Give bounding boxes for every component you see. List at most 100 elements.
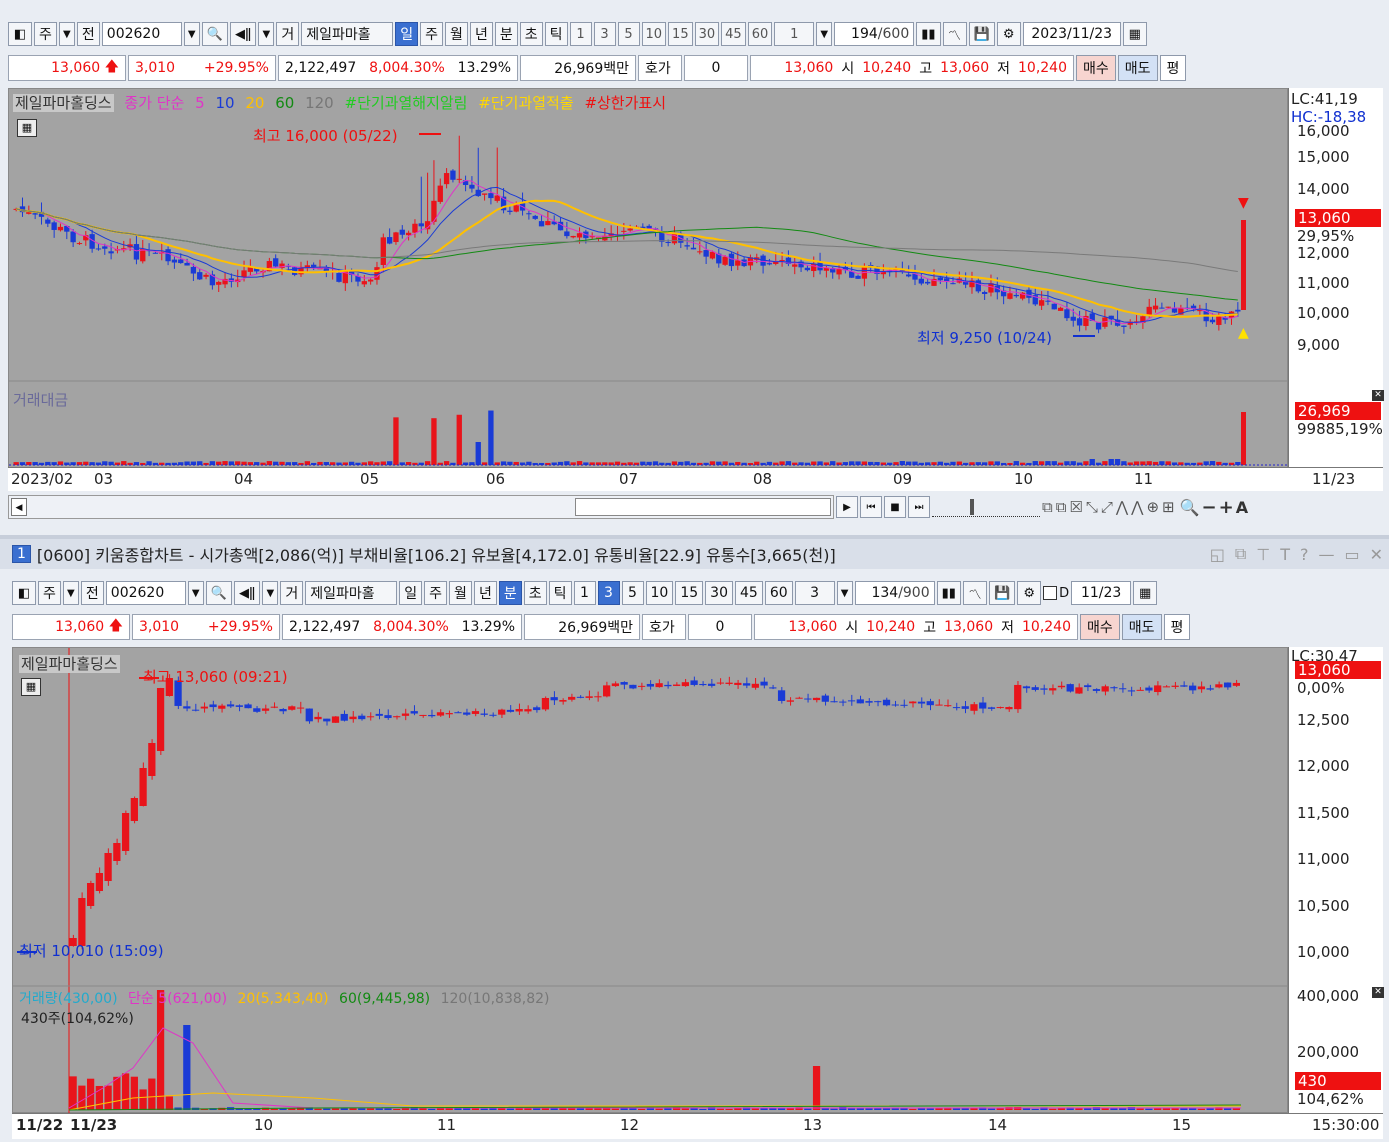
rewind-icon[interactable]: ⏮ xyxy=(860,496,882,518)
minute-candle-chart[interactable]: 제일파마홀딩스 ▦ 최고 13,060 (09:21) 최저 10,010 (1… xyxy=(12,647,1289,1114)
flat-button[interactable]: 평 xyxy=(1159,55,1187,81)
maximize-icon[interactable]: ▭ xyxy=(1344,545,1359,564)
window-titlebar[interactable]: 1 [0600] 키움종합차트 - 시가총액[2,086(억)] 부채비율[10… xyxy=(0,535,1389,569)
code-dropdown-icon[interactable]: ▼ xyxy=(183,22,200,46)
interval-45-button[interactable]: 45 xyxy=(734,581,763,605)
buy-button[interactable]: 매수 xyxy=(1076,55,1116,81)
ju-button[interactable]: 주 xyxy=(38,581,61,605)
scroll-thumb[interactable] xyxy=(575,498,831,516)
count-input[interactable]: 194/600 xyxy=(834,22,915,46)
period-week-button[interactable]: 주 xyxy=(424,581,448,605)
daily-candle-chart[interactable]: ▼ ▲ 제일파마홀딩스 종가 단순 5 10 20 60 120 #단기과열해지알… xyxy=(8,88,1289,468)
jeon-button[interactable]: 전 xyxy=(80,581,104,605)
period-week-button[interactable]: 주 xyxy=(420,22,444,46)
search-icon[interactable]: 🔍 xyxy=(201,22,228,46)
candle-type-icon[interactable]: ▮▮ xyxy=(916,22,941,46)
close-icon[interactable]: ✕ xyxy=(1372,987,1384,998)
play-icon[interactable]: ▶ xyxy=(836,496,858,518)
minimize-icon[interactable]: — xyxy=(1318,545,1334,564)
calendar-icon[interactable]: ▦ xyxy=(1133,581,1158,605)
stop-icon[interactable]: ■ xyxy=(884,496,906,518)
text-icon[interactable]: T xyxy=(1280,545,1290,564)
date-input[interactable]: 11/23 xyxy=(1071,581,1132,605)
interval-5-button[interactable]: 5 xyxy=(621,581,644,605)
candle-type-icon[interactable]: ▮▮ xyxy=(936,581,961,605)
save-icon[interactable]: 💾 xyxy=(988,581,1016,605)
unit-select[interactable]: 3 xyxy=(794,581,835,605)
d-checkbox[interactable] xyxy=(1043,586,1058,600)
stock-code-input[interactable]: 002620 xyxy=(101,22,182,46)
zoom-in-icon[interactable]: + xyxy=(1219,497,1234,518)
interval-30-button[interactable]: 30 xyxy=(694,22,720,46)
period-year-button[interactable]: 년 xyxy=(473,581,497,605)
geo-button[interactable]: 거 xyxy=(280,581,304,605)
layout-icon[interactable]: ◧ xyxy=(8,22,32,46)
close-icon[interactable]: ✕ xyxy=(1372,390,1384,401)
line-tool-icon[interactable]: 〽 xyxy=(962,581,987,605)
period-year-button[interactable]: 년 xyxy=(469,22,493,46)
interval-1-button[interactable]: 1 xyxy=(569,22,592,46)
horizontal-scrollbar[interactable]: ◀ xyxy=(8,495,834,519)
period-tick-button[interactable]: 틱 xyxy=(544,22,568,46)
stock-code-input[interactable]: 002620 xyxy=(105,581,186,605)
period-minute-button[interactable]: 분 xyxy=(498,581,522,605)
layout-icon[interactable]: ◧ xyxy=(12,581,36,605)
unit-select[interactable]: 1 xyxy=(774,22,815,46)
chevron-down-icon[interactable]: ▼ xyxy=(58,22,75,46)
code-dropdown-icon[interactable]: ▼ xyxy=(187,581,204,605)
pin-icon[interactable]: ⊤ xyxy=(1256,545,1270,564)
fast-forward-icon[interactable]: ⏭ xyxy=(908,496,930,518)
chevron-down-icon[interactable]: ▼ xyxy=(62,581,79,605)
interval-10-button[interactable]: 10 xyxy=(641,22,667,46)
zoom-slider[interactable] xyxy=(932,497,1040,517)
drawing-tools-icon[interactable]: ⧉⧉☒⤡⤢⋀⋀⊕⊞ xyxy=(1042,498,1178,516)
period-month-button[interactable]: 월 xyxy=(449,581,472,605)
close-window-icon[interactable]: ✕ xyxy=(1370,545,1383,564)
sell-button[interactable]: 매도 xyxy=(1121,614,1162,640)
unit-dropdown-icon[interactable]: ▼ xyxy=(836,581,853,605)
interval-60-button[interactable]: 60 xyxy=(764,581,793,605)
gear-icon[interactable]: ⚙ xyxy=(996,22,1021,46)
period-day-button[interactable]: 일 xyxy=(395,22,419,46)
interval-15-button[interactable]: 15 xyxy=(668,22,693,46)
period-tick-button[interactable]: 틱 xyxy=(548,581,572,605)
gear-icon[interactable]: ⚙ xyxy=(1017,581,1042,605)
unit-dropdown-icon[interactable]: ▼ xyxy=(816,22,833,46)
period-minute-button[interactable]: 분 xyxy=(494,22,518,46)
search-icon[interactable]: 🔍 xyxy=(205,581,232,605)
line-tool-icon[interactable]: 〽 xyxy=(942,22,967,46)
zoom-search-icon[interactable]: 🔍 xyxy=(1180,498,1200,517)
sell-button[interactable]: 매도 xyxy=(1117,55,1158,81)
stock-name-field[interactable]: 제일파마홀 xyxy=(301,22,394,46)
speaker-icon[interactable]: ◀ǁ xyxy=(229,22,257,46)
help-icon[interactable]: ? xyxy=(1300,545,1309,564)
interval-3-button[interactable]: 3 xyxy=(593,22,616,46)
count-input[interactable]: 134/900 xyxy=(854,581,935,605)
font-size-icon[interactable]: A xyxy=(1236,498,1248,517)
speaker-dropdown-icon[interactable]: ▼ xyxy=(258,22,275,46)
stock-name-field[interactable]: 제일파마홀 xyxy=(305,581,398,605)
interval-1-button[interactable]: 1 xyxy=(573,581,596,605)
period-day-button[interactable]: 일 xyxy=(399,581,423,605)
period-second-button[interactable]: 초 xyxy=(523,581,547,605)
restore-icon[interactable]: ◱ xyxy=(1210,545,1225,564)
interval-30-button[interactable]: 30 xyxy=(705,581,733,605)
interval-15-button[interactable]: 15 xyxy=(675,581,704,605)
period-month-button[interactable]: 월 xyxy=(445,22,468,46)
geo-button[interactable]: 거 xyxy=(276,22,300,46)
copy-window-icon[interactable]: ⧉ xyxy=(1235,544,1246,564)
date-input[interactable]: 2023/11/23 xyxy=(1022,22,1121,46)
period-second-button[interactable]: 초 xyxy=(519,22,543,46)
interval-60-button[interactable]: 60 xyxy=(747,22,773,46)
table-icon[interactable]: ▦ xyxy=(21,678,41,696)
speaker-icon[interactable]: ◀ǁ xyxy=(233,581,261,605)
ju-button[interactable]: 주 xyxy=(34,22,57,46)
interval-10-button[interactable]: 10 xyxy=(645,581,674,605)
interval-5-button[interactable]: 5 xyxy=(617,22,640,46)
flat-button[interactable]: 평 xyxy=(1163,614,1191,640)
interval-3-button[interactable]: 3 xyxy=(597,581,620,605)
speaker-dropdown-icon[interactable]: ▼ xyxy=(262,581,279,605)
buy-button[interactable]: 매수 xyxy=(1080,614,1120,640)
zoom-slider-handle[interactable] xyxy=(970,499,974,515)
zoom-out-icon[interactable]: − xyxy=(1202,497,1217,518)
